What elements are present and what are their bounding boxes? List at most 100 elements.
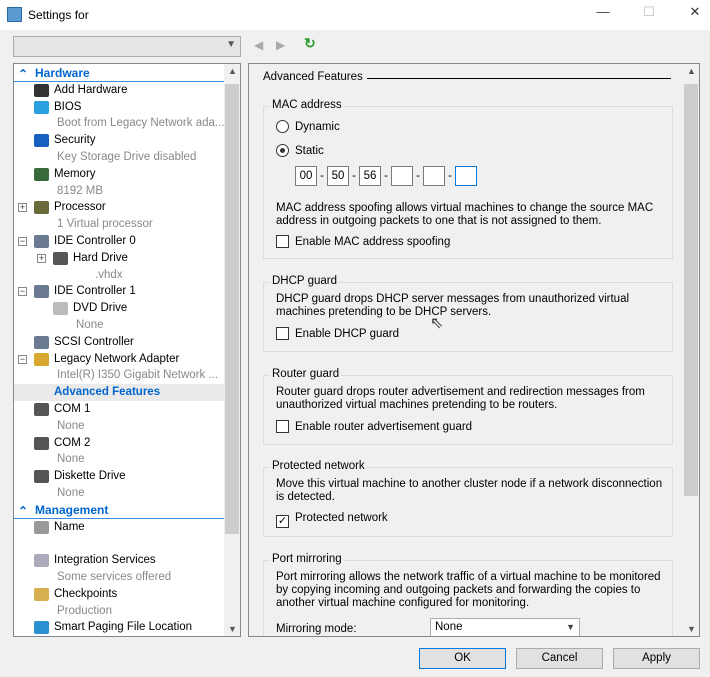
tree-item[interactable]: Name (14, 519, 225, 536)
tree-item[interactable]: BIOS (14, 99, 225, 116)
router-description: Router guard drops router advertisement … (276, 386, 645, 411)
checkbox-label: Enable router advertisement guard (295, 421, 473, 433)
scroll-down-icon[interactable]: ▼ (687, 624, 696, 634)
tree-item[interactable]: COM 1 (14, 401, 225, 418)
tree-item[interactable]: Add Hardware (14, 82, 225, 99)
tree-item-label: Key Storage Drive disabled (57, 151, 197, 163)
sep: - (384, 170, 388, 183)
tree-item[interactable]: DVD Drive (14, 300, 225, 317)
static-radio[interactable]: Static (276, 144, 324, 157)
expand-icon[interactable]: + (18, 203, 27, 213)
tree-item[interactable]: − IDE Controller 1 (14, 283, 225, 300)
radio-label: Dynamic (295, 121, 340, 133)
select-value: None (435, 621, 463, 633)
settings-tree[interactable]: ⌃ Hardware Add Hardware BIOS Boot from Legac… (13, 63, 241, 637)
router-guard-group: Router guard Router guard drops router a… (263, 368, 673, 445)
tree-item-label: COM 2 (54, 436, 91, 449)
dvd-icon (53, 302, 68, 316)
panel-scrollbar[interactable]: ▲ ▼ (683, 64, 699, 636)
radio-circle (276, 144, 289, 157)
maximize-button[interactable]: ☐ (634, 4, 664, 24)
vm-selector-dropdown[interactable]: ▼ (13, 36, 241, 57)
tree-item-label: Production (57, 604, 112, 617)
group-label: DHCP guard (270, 275, 339, 287)
tree-item-label: Smart Paging File Location (54, 621, 193, 634)
group-label: Port mirroring (270, 553, 344, 565)
tree-item[interactable]: − IDE Controller 0 (14, 233, 225, 250)
scsi-controller-icon (34, 335, 49, 349)
cancel-button[interactable]: Cancel (516, 648, 603, 669)
settings-panel: Advanced Features MAC address Dynamic St… (248, 63, 700, 637)
checkbox-box (276, 327, 289, 340)
tree-item[interactable]: SCSI Controller (14, 334, 225, 351)
tree-scrollbar[interactable]: ▲ ▼ (224, 64, 240, 636)
tree-item-label: Boot from Legacy Network ada... (57, 117, 225, 130)
back-button[interactable]: ◀ (254, 38, 263, 52)
chevron-down-icon: ▼ (226, 39, 236, 50)
collapse-icon[interactable]: − (18, 354, 27, 364)
integration-services-icon (34, 554, 49, 568)
mirroring-mode-select[interactable]: None ▼ (430, 618, 580, 636)
close-button[interactable]: ✕ (680, 4, 710, 24)
scrollbar-thumb[interactable] (225, 84, 239, 534)
forward-button[interactable]: ▶ (276, 38, 285, 52)
mac-octet-6[interactable] (455, 166, 477, 186)
tree-item-detail: 8192 MB (14, 183, 225, 200)
scroll-up-icon[interactable]: ▲ (228, 66, 237, 76)
dhcp-guard-checkbox[interactable]: Enable DHCP guard (276, 327, 399, 340)
mac-octet-4[interactable] (391, 166, 413, 186)
apply-button[interactable]: Apply (613, 648, 700, 669)
scrollbar-thumb[interactable] (684, 84, 698, 496)
tree-item[interactable]: Smart Paging File Location (14, 619, 225, 636)
router-guard-checkbox[interactable]: Enable router advertisement guard (276, 420, 472, 433)
tree-item-label: None (76, 319, 104, 331)
mac-octet-5[interactable] (423, 166, 445, 186)
radio-label: Static (295, 145, 324, 157)
window-title: Settings for (28, 8, 89, 22)
collapse-icon[interactable]: − (18, 287, 27, 297)
tree-item[interactable]: + Hard Drive (14, 250, 225, 267)
checkbox-box (276, 235, 289, 248)
protected-network-checkbox[interactable]: ✓ Protected network (276, 512, 388, 528)
shield-icon (34, 134, 49, 148)
mirroring-description: Port mirroring allows the network traffi… (276, 571, 661, 609)
tree-section-hardware[interactable]: ⌃ Hardware (14, 65, 225, 82)
tree-item[interactable]: − Legacy Network Adapter (14, 351, 225, 368)
mac-octet-1[interactable]: 00 (295, 166, 317, 186)
collapse-icon[interactable]: − (18, 237, 27, 246)
scroll-up-icon[interactable]: ▲ (687, 66, 696, 76)
tree-item[interactable]: + Processor (14, 199, 225, 216)
protected-network-group: Protected network Move this virtual mach… (263, 460, 673, 537)
ok-button[interactable]: OK (419, 648, 506, 669)
bios-icon (34, 100, 49, 114)
tree-item-label: Memory (54, 167, 96, 180)
tree-item-detail: 1 Virtual processor (14, 216, 225, 233)
collapse-section-icon[interactable]: ⌃ (18, 503, 28, 520)
checkbox-label: Enable DHCP guard (295, 328, 399, 340)
sep: - (352, 170, 356, 183)
minimize-button[interactable]: — (588, 4, 618, 24)
tree-item[interactable]: Diskette Drive (14, 468, 225, 485)
dynamic-radio[interactable]: Dynamic (276, 120, 340, 133)
tree-item[interactable]: COM 2 (14, 435, 225, 452)
tree-item-label: 8192 MB (57, 184, 104, 197)
refresh-button[interactable]: ↻ (304, 35, 316, 52)
dhcp-description: DHCP guard drops DHCP server messages fr… (276, 293, 630, 318)
tree-item-detail: None (14, 485, 225, 502)
mac-octet-2[interactable]: 50 (327, 166, 349, 186)
tree-item[interactable]: Integration Services (14, 552, 225, 569)
processor-icon (34, 201, 49, 215)
tree-item-label: SCSI Controller (54, 335, 134, 348)
tree-section-management[interactable]: ⌃ Management (14, 502, 225, 519)
tree-item-label: Intel(R) I350 Gigabit Network ... (57, 369, 219, 382)
tree-item[interactable]: Checkpoints (14, 586, 225, 603)
expand-icon[interactable]: + (37, 253, 46, 263)
tree-item[interactable]: Security (14, 132, 225, 149)
mac-spoofing-checkbox[interactable]: Enable MAC address spoofing (276, 235, 450, 248)
com-port-icon (34, 436, 49, 450)
mac-octet-3[interactable]: 56 (359, 166, 381, 186)
scroll-down-icon[interactable]: ▼ (228, 624, 237, 634)
collapse-section-icon[interactable]: ⌃ (18, 66, 28, 83)
tree-item[interactable]: Advanced Features (14, 384, 225, 402)
tree-item[interactable]: Memory (14, 166, 225, 183)
